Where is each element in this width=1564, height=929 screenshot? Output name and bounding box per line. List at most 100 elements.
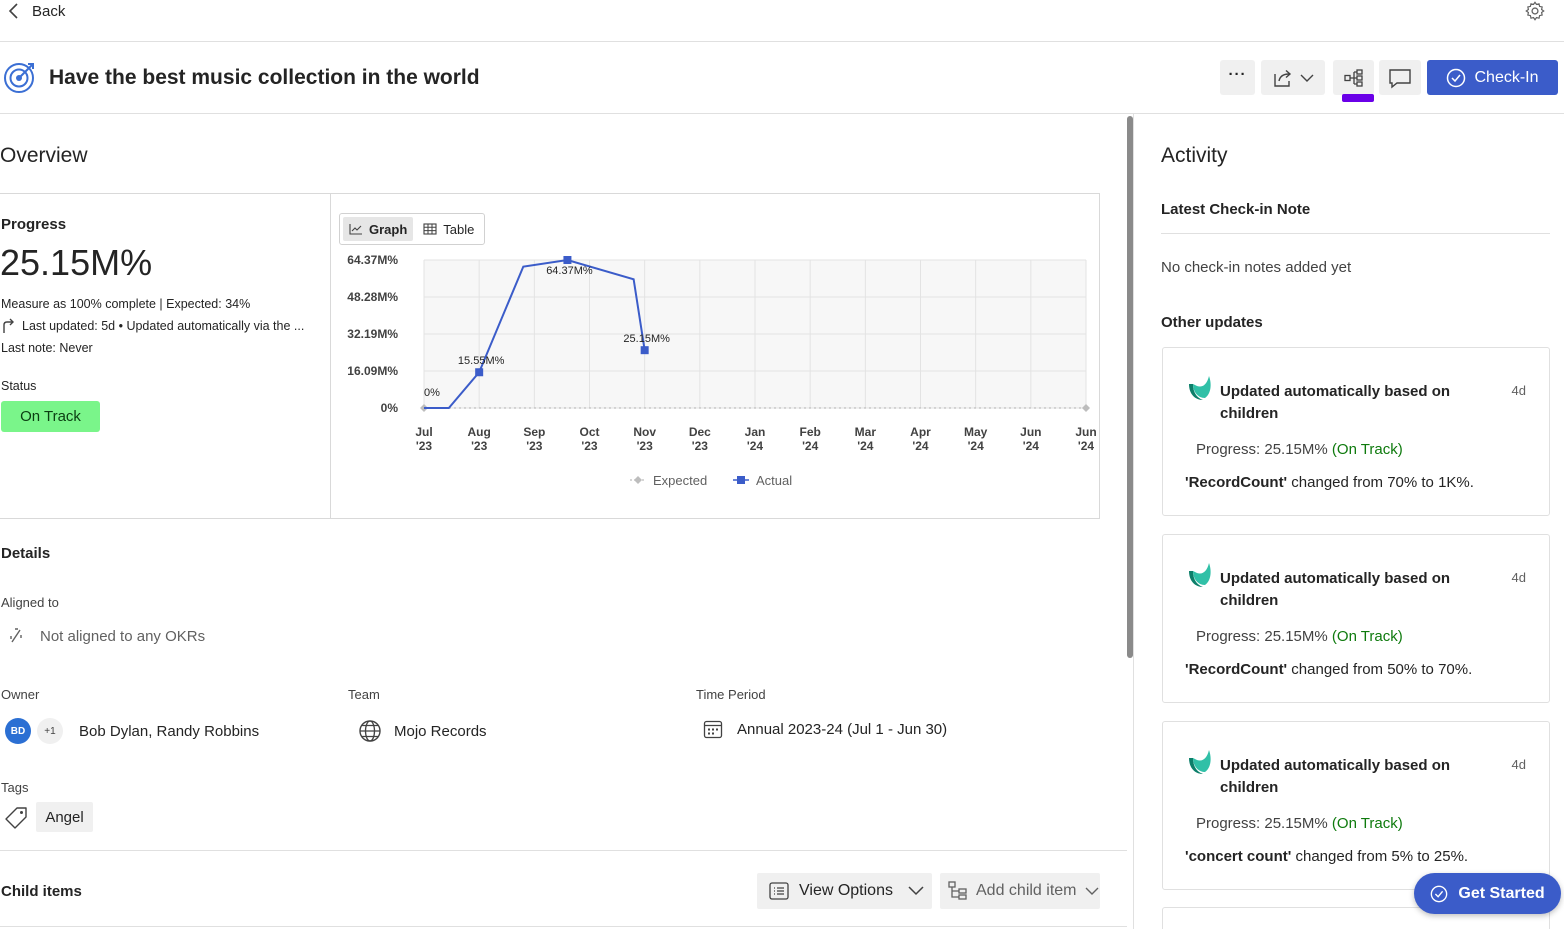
- status-badge[interactable]: On Track: [1, 401, 100, 432]
- x-tick-label: Nov: [633, 425, 656, 439]
- last-note: Last note: Never: [1, 341, 93, 355]
- legend-expected-marker: [634, 476, 642, 484]
- x-tick-label: Aug: [468, 425, 491, 439]
- x-tick-label: '24: [1078, 439, 1095, 453]
- selection-highlight: [1342, 94, 1374, 102]
- x-tick-label: Apr: [910, 425, 931, 439]
- aligned-text: Not aligned to any OKRs: [40, 627, 206, 645]
- add-child-label: Add child item: [976, 882, 1077, 899]
- x-tick-label: Jan: [745, 425, 766, 439]
- child-items-heading: Child items: [1, 883, 82, 900]
- get-started-button[interactable]: Get Started: [1414, 873, 1561, 914]
- progress-value: 25.15M%: [0, 242, 153, 283]
- actual-point: [640, 346, 649, 355]
- view-options-label: View Options: [799, 882, 893, 899]
- tags-label: Tags: [1, 780, 29, 795]
- x-tick-label: '24: [968, 439, 985, 453]
- y-tick-label: 16.09M%: [347, 364, 398, 378]
- overview-heading: Overview: [0, 144, 88, 167]
- update-card: Updated automatically based on children …: [1162, 534, 1550, 703]
- gear-icon[interactable]: [1524, 0, 1546, 22]
- get-started-label: Get Started: [1458, 884, 1545, 902]
- line-chart-icon: [349, 224, 362, 235]
- update-title: Updated automatically based on children: [1220, 383, 1451, 422]
- check-circle-icon: [1447, 68, 1466, 87]
- x-tick-label: '23: [471, 439, 488, 453]
- update-status: (On Track): [1331, 441, 1403, 458]
- table-header-line: [0, 926, 1127, 927]
- owner-value[interactable]: BD +1 Bob Dylan, Randy Robbins: [5, 718, 259, 744]
- globe-icon: [359, 720, 381, 742]
- viva-goals-logo-icon: [1189, 750, 1211, 774]
- legend-expected-label: Expected: [653, 473, 707, 488]
- aligned-value: Not aligned to any OKRs: [8, 627, 205, 645]
- update-change: 'concert count' changed from 5% to 25%.: [1185, 848, 1468, 865]
- x-tick-label: '24: [912, 439, 929, 453]
- owner-label: Owner: [1, 687, 40, 702]
- graph-tab[interactable]: Graph: [343, 217, 414, 241]
- chevron-down-icon: [908, 886, 924, 896]
- aligned-label: Aligned to: [1, 595, 59, 610]
- update-change: 'RecordCount' changed from 70% to 1K%.: [1185, 474, 1474, 491]
- view-options-button[interactable]: View Options: [757, 873, 932, 909]
- measure-text: Measure as 100% complete | Expected: 34%: [1, 297, 251, 311]
- last-updated: Last updated: 5d • Updated automatically…: [1, 318, 304, 334]
- other-updates-label: Other updates: [1161, 314, 1263, 331]
- actual-point: [563, 256, 572, 264]
- latest-checkin-label: Latest Check-in Note: [1161, 201, 1311, 218]
- more-dots-icon: ···: [1228, 66, 1247, 83]
- unlink-icon: [10, 628, 22, 643]
- x-tick-label: '23: [637, 439, 654, 453]
- table-icon: [423, 223, 437, 235]
- x-tick-label: May: [964, 425, 988, 439]
- x-tick-label: Mar: [855, 425, 877, 439]
- update-status: (On Track): [1331, 628, 1403, 645]
- tag-chip[interactable]: Angel: [36, 802, 93, 832]
- avatar: BD: [5, 718, 31, 744]
- check-in-label: Check-In: [1474, 68, 1539, 86]
- section-divider: [0, 850, 1127, 851]
- x-tick-label: Sep: [523, 425, 545, 439]
- comment-icon: [1389, 68, 1411, 88]
- update-field: 'concert count': [1185, 848, 1292, 865]
- update-card: Updated automatically based on children …: [1162, 347, 1550, 516]
- data-label: 15.55M%: [458, 355, 505, 367]
- time-period-value[interactable]: Annual 2023-24 (Jul 1 - Jun 30): [703, 719, 947, 739]
- comment-button[interactable]: [1379, 60, 1421, 95]
- owner-names: Bob Dylan, Randy Robbins: [79, 722, 260, 740]
- title-bar: Have the best music collection in the wo…: [0, 42, 1564, 114]
- chevron-down-icon: [1085, 887, 1098, 895]
- x-tick-label: Jul: [415, 425, 432, 439]
- y-tick-label: 32.19M%: [347, 327, 398, 341]
- y-tick-label: 0%: [381, 401, 399, 415]
- team-text: Mojo Records: [394, 722, 487, 740]
- x-tick-label: Jun: [1075, 425, 1096, 439]
- share-button[interactable]: [1261, 60, 1325, 95]
- x-tick-label: '23: [692, 439, 709, 453]
- table-tab[interactable]: Table: [417, 217, 480, 241]
- x-tick-label: Feb: [799, 425, 820, 439]
- legend-actual-label: Actual: [756, 473, 792, 488]
- x-tick-label: Oct: [579, 425, 599, 439]
- status-label: Status: [1, 379, 37, 393]
- team-value[interactable]: Mojo Records: [358, 719, 487, 743]
- check-in-button[interactable]: Check-In: [1427, 60, 1558, 95]
- redirect-arrow-icon: [3, 318, 14, 333]
- more-options-button[interactable]: ···: [1220, 60, 1255, 95]
- update-progress-text: Progress: 25.15M%: [1196, 441, 1328, 458]
- page-title: Have the best music collection in the wo…: [49, 66, 480, 89]
- list-icon: [769, 882, 789, 900]
- update-progress-text: Progress: 25.15M%: [1196, 815, 1328, 832]
- alignment-tree-button[interactable]: [1333, 60, 1374, 95]
- y-tick-label: 48.28M%: [347, 290, 398, 304]
- overview-divider: [330, 194, 331, 518]
- x-tick-label: Jun: [1020, 425, 1041, 439]
- back-button[interactable]: Back: [6, 2, 65, 20]
- update-change: 'RecordCount' changed from 50% to 70%.: [1185, 661, 1472, 678]
- no-notes-text: No check-in notes added yet: [1161, 259, 1352, 276]
- update-change-text: changed from 70% to 1K%.: [1287, 474, 1474, 491]
- target-icon: [4, 63, 34, 93]
- update-progress: Progress: 25.15M% (On Track): [1196, 441, 1403, 458]
- x-tick-label: '23: [416, 439, 433, 453]
- add-child-item-button[interactable]: Add child item: [940, 873, 1100, 909]
